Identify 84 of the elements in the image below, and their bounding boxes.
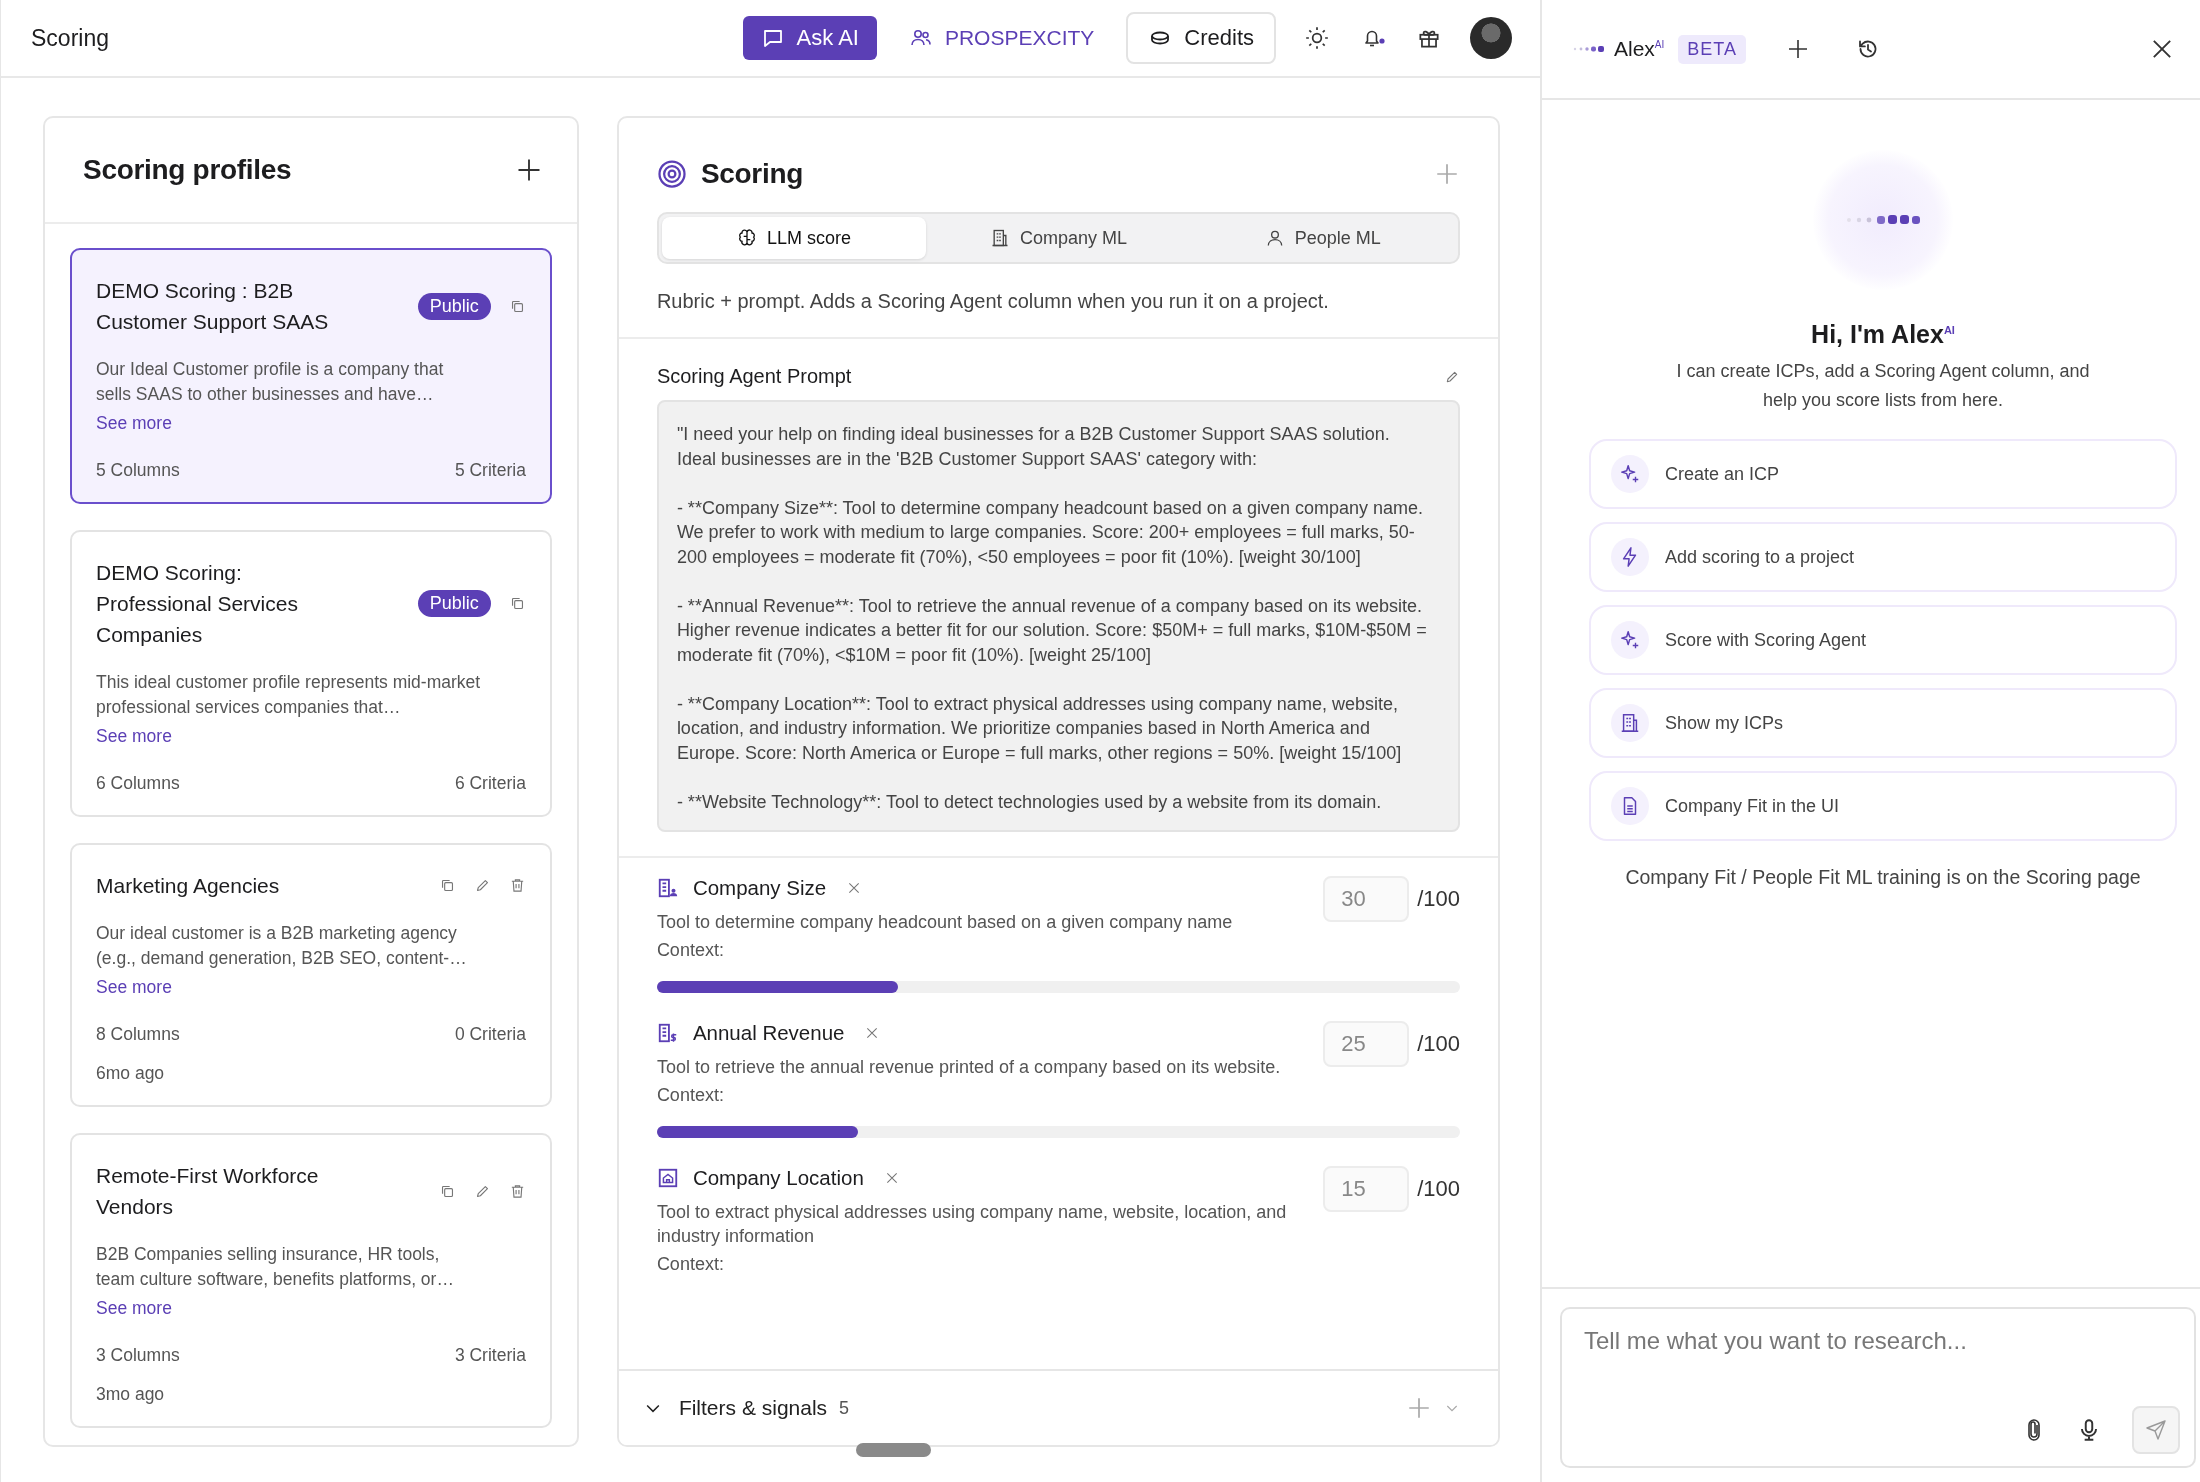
panel-title: Scoring profiles bbox=[83, 154, 292, 186]
building-icon bbox=[1619, 712, 1641, 734]
columns-count: 8 Columns bbox=[96, 1024, 180, 1045]
context-label: Context: bbox=[656, 940, 725, 961]
brain-icon bbox=[737, 228, 758, 248]
filters-toggle[interactable]: Filters & signals bbox=[642, 1396, 828, 1420]
sparkle-icon bbox=[1619, 463, 1641, 485]
plus-icon bbox=[1786, 37, 1810, 61]
profile-title: Remote-First Workforce Vendors bbox=[96, 1163, 320, 1220]
profile-title: DEMO Scoring : B2B Customer Support SAAS bbox=[96, 278, 330, 335]
credits-button[interactable]: Credits bbox=[1126, 12, 1276, 64]
profile-card[interactable]: DEMO Scoring : B2B Customer Support SAAS Public Our Ideal Customer profile is a company that sells SAAS to other businesses and have… See more 5 Columns 5 Criteria bbox=[70, 248, 552, 504]
panel-title: Scoring bbox=[700, 158, 804, 190]
suggestion-button[interactable]: Show my ICPs bbox=[1589, 688, 2177, 758]
criterion-description: Tool to extract physical addresses using company name, website, location, and industry information bbox=[656, 1201, 1287, 1248]
profile-card[interactable]: Marketing Agencies Our ideal customer is a B2B marketing agency (e.g., demand generation, B2B SEO, content-… See more 8 Columns 0 Criteria 6mo ago bbox=[70, 843, 552, 1107]
tab[interactable]: Company ML bbox=[926, 217, 1191, 259]
public-badge: Public bbox=[417, 292, 491, 320]
see-more-link[interactable]: See more bbox=[96, 977, 172, 998]
profile-card[interactable]: DEMO Scoring: Professional Services Companies Public This ideal customer profile represents mid-market professional services companies that… See more 6 Columns 6 Criteria bbox=[70, 530, 552, 817]
tab[interactable]: People ML bbox=[1190, 217, 1455, 259]
profile-description: B2B Companies selling insurance, HR tools, team culture software, benefits platforms, or… bbox=[96, 1243, 455, 1291]
filters-count: 5 bbox=[839, 1397, 850, 1419]
prompt-text-area[interactable]: "I need your help on finding ideal businesses for a B2B Customer Support SAAS solution. Ideal businesses are in the 'B2B Customer Support SAAS' category with: - **Company Size**: Tool to determine company headcount based on a given company name. We prefer to work with medium to large companies. Score: 200+ employees = full marks, 50-200 employees = moderate fit (70%), <50 employees = poor fit (10%). [weight 30/100] - **Annual Revenue**: Tool to retrieve the annual revenue of a company based on its website. Higher revenue indicates a better fit for our solution. Score: $50M+ = full marks, $10M-$50M = moderate fit (70%), <$10M = poor fit (10%). [weight 25/100] - **Company Location**: Tool to extract physical addresses using company name, website, location, and industry information. We prioritize companies based in North America and Europe. Score: North America or Europe = full marks, other regions = 50%. [weight 15/100] - **Website Technology**: Tool to detect technologies used by a website from its domain. bbox=[656, 400, 1460, 832]
updated-time: 6mo ago bbox=[96, 1063, 166, 1084]
assistant-name: Alex$^{AI}$ bbox=[1614, 37, 1665, 61]
building-icon bbox=[656, 1167, 679, 1189]
suggestion-button[interactable]: Create an ICP bbox=[1589, 439, 2177, 509]
user-avatar[interactable] bbox=[1470, 17, 1512, 59]
building-icon bbox=[656, 877, 679, 899]
section-title: Scoring Agent Prompt bbox=[656, 365, 852, 388]
public-badge: Public bbox=[417, 590, 491, 617]
suggestion-button[interactable]: Company Fit in the UI bbox=[1589, 771, 2177, 841]
tab[interactable]: LLM score bbox=[661, 217, 927, 259]
context-label: Context: bbox=[656, 1254, 725, 1275]
chat-input[interactable]: Tell me what you want to research... bbox=[1560, 1307, 2196, 1468]
context-label: Context: bbox=[656, 1085, 725, 1106]
criterion-name: Annual Revenue bbox=[692, 1021, 845, 1045]
plus-icon bbox=[1434, 161, 1460, 187]
updated-time: 3mo ago bbox=[96, 1384, 166, 1405]
see-more-link[interactable]: See more bbox=[96, 1298, 172, 1319]
columns-count: 3 Columns bbox=[96, 1345, 180, 1366]
criterion-description: Tool to determine company headcount based on a given company name bbox=[656, 911, 1234, 934]
criteria-count: 3 Criteria bbox=[454, 1345, 526, 1366]
ask-ai-button[interactable]: Ask AI bbox=[742, 16, 877, 60]
message-field[interactable]: Tell me what you want to research... bbox=[1584, 1327, 2180, 1406]
criteria-count: 5 Criteria bbox=[454, 460, 526, 481]
send-icon bbox=[2144, 1418, 2168, 1442]
plus-icon bbox=[1406, 1395, 1432, 1421]
columns-count: 5 Columns bbox=[96, 460, 180, 481]
profile-description: Our ideal customer is a B2B marketing agency (e.g., demand generation, B2B SEO, content-… bbox=[96, 922, 468, 970]
columns-count: 6 Columns bbox=[96, 773, 180, 794]
profile-title: DEMO Scoring: Professional Services Companies bbox=[96, 560, 299, 648]
criterion-description: Tool to retrieve the annual revenue printed of a company based on its website. bbox=[656, 1056, 1282, 1079]
profile-title: Marketing Agencies bbox=[96, 873, 281, 899]
sparkle-icon bbox=[1619, 629, 1641, 651]
page-title: Scoring bbox=[31, 24, 109, 52]
sun-icon bbox=[1304, 25, 1330, 51]
see-more-link[interactable]: See more bbox=[96, 726, 172, 747]
send-button[interactable] bbox=[2132, 1406, 2180, 1454]
weight-max: /100 bbox=[1417, 886, 1460, 912]
new-chat-button[interactable] bbox=[1786, 37, 1810, 61]
suggestion-button[interactable]: Add scoring to a project bbox=[1589, 522, 2177, 592]
see-more-link[interactable]: See more bbox=[96, 413, 172, 434]
target-icon bbox=[656, 159, 687, 189]
workspace-button[interactable]: PROSPEXCITY bbox=[904, 16, 1099, 60]
drag-handle[interactable] bbox=[856, 1443, 931, 1457]
profile-card[interactable]: Remote-First Workforce Vendors B2B Companies selling insurance, HR tools, team culture software, benefits platforms, or… See more 3 Columns 3 Criteria 3mo ago bbox=[70, 1133, 552, 1428]
criteria-count: 6 Criteria bbox=[454, 773, 526, 794]
weight-max: /100 bbox=[1417, 1031, 1460, 1057]
intro-text: I can create ICPs, add a Scoring Agent column, and help you score lists from here. bbox=[1675, 360, 2091, 412]
weight-max: /100 bbox=[1417, 1176, 1460, 1202]
criteria-count: 0 Criteria bbox=[454, 1024, 526, 1045]
scoring-description: Rubric + prompt. Adds a Scoring Agent column when you run it on a project. bbox=[618, 264, 1498, 339]
suggestion-button[interactable]: Score with Scoring Agent bbox=[1589, 605, 2177, 675]
theme-toggle-button[interactable] bbox=[1304, 25, 1330, 51]
beta-badge: BETA bbox=[1678, 34, 1746, 64]
greeting: Hi, I'm Alex$^{AI}$ bbox=[1811, 320, 1955, 349]
criterion-name: Company Location bbox=[692, 1166, 864, 1190]
criterion-name: Company Size bbox=[692, 876, 827, 900]
note-text: Company Fit / People Fit ML training is on the Scoring page bbox=[1625, 866, 2141, 889]
building-icon bbox=[656, 1022, 679, 1044]
profile-description: This ideal customer profile represents mid-market professional services companies that… bbox=[96, 671, 481, 719]
profile-description: Our Ideal Customer profile is a company that sells SAAS to other businesses and have… bbox=[96, 358, 445, 406]
